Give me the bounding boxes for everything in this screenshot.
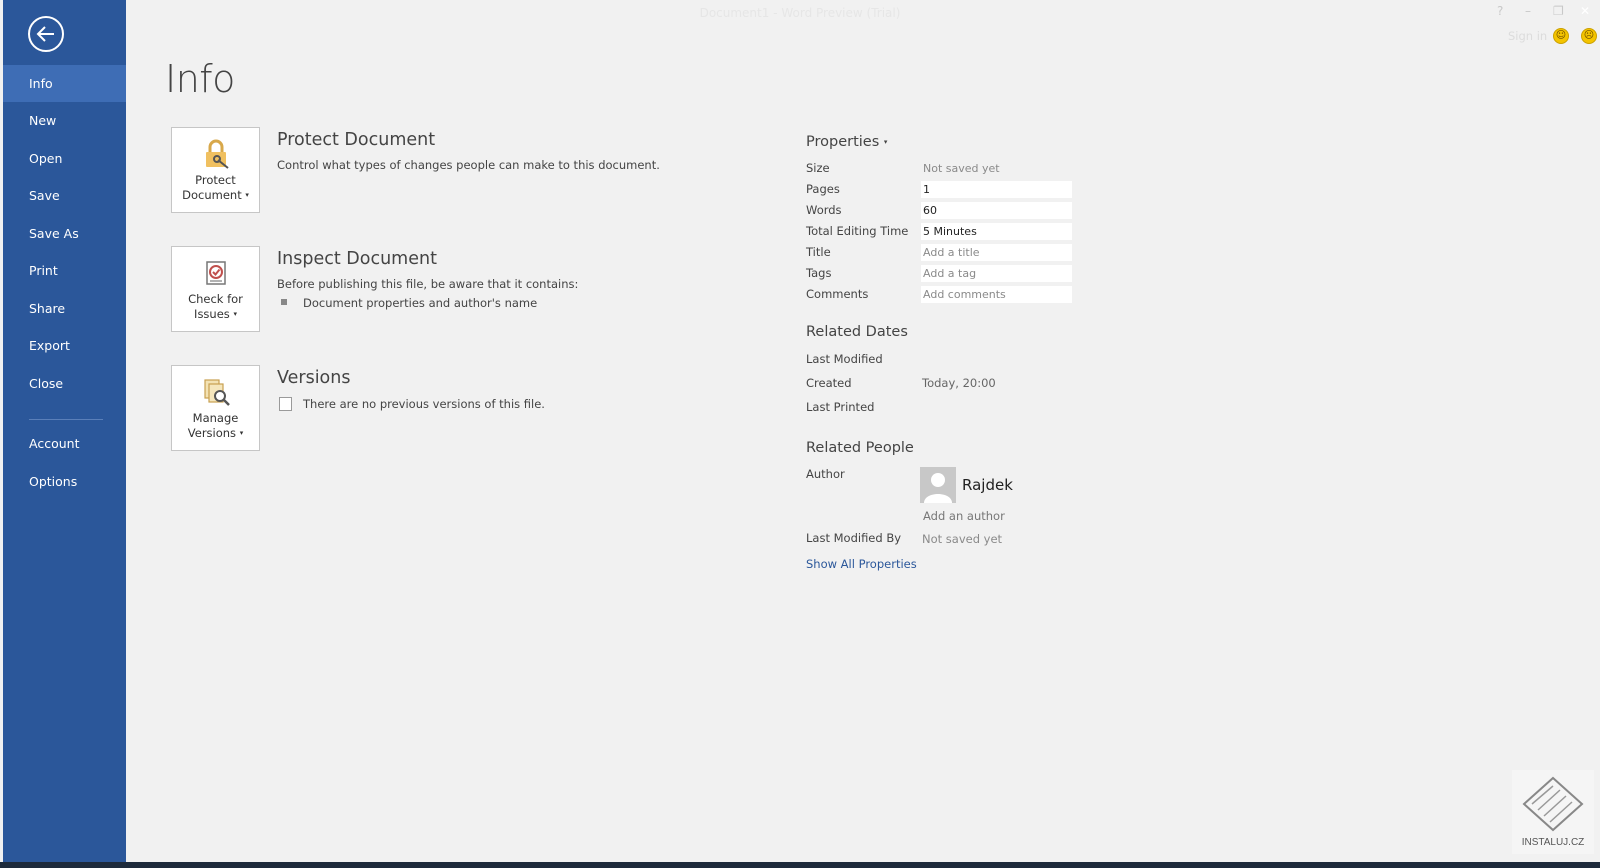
pages-value: 1 bbox=[921, 181, 1072, 198]
caret-down-icon: ▾ bbox=[883, 138, 888, 146]
back-arrow-icon[interactable] bbox=[28, 16, 64, 52]
page-title: Info bbox=[165, 57, 235, 101]
protect-heading: Protect Document bbox=[277, 130, 436, 150]
protect-document-button[interactable]: Protect Document ▾ bbox=[171, 127, 260, 213]
comments-input[interactable]: Add comments bbox=[921, 286, 1072, 303]
show-all-properties-link[interactable]: Show All Properties bbox=[806, 557, 917, 571]
watermark-text: INSTALUJ.CZ bbox=[1521, 837, 1585, 848]
related-dates-heading: Related Dates bbox=[806, 324, 908, 340]
versions-magnifier-icon bbox=[203, 379, 230, 406]
nav-account[interactable]: Account bbox=[3, 425, 126, 462]
words-value: 60 bbox=[921, 202, 1072, 219]
caret-down-icon: ▾ bbox=[233, 310, 237, 318]
last-printed-label: Last Printed bbox=[806, 400, 875, 414]
document-icon bbox=[279, 397, 292, 411]
versions-label-line1: Manage bbox=[192, 411, 239, 425]
last-modified-label: Last Modified bbox=[806, 352, 883, 366]
inspect-checklist-icon bbox=[205, 261, 226, 285]
lock-key-icon bbox=[205, 139, 229, 169]
inspect-bullet-text: Document properties and author's name bbox=[303, 296, 538, 310]
check-for-issues-button[interactable]: Check for Issues ▾ bbox=[171, 246, 260, 332]
inspect-label-line2: Issues bbox=[194, 307, 230, 321]
protect-desc: Control what types of changes people can… bbox=[277, 158, 660, 172]
taskbar bbox=[0, 862, 1600, 868]
nav-options[interactable]: Options bbox=[3, 463, 126, 500]
nav-save[interactable]: Save bbox=[3, 177, 126, 214]
last-modified-by-label: Last Modified By bbox=[806, 531, 902, 545]
manage-versions-button[interactable]: Manage Versions ▾ bbox=[171, 365, 260, 451]
comments-label: Comments bbox=[806, 287, 869, 301]
author-label: Author bbox=[806, 467, 845, 481]
versions-label-line2: Versions bbox=[187, 426, 237, 440]
pages-label: Pages bbox=[806, 182, 840, 196]
last-modified-by-value: Not saved yet bbox=[922, 532, 1003, 546]
tags-input[interactable]: Add a tag bbox=[921, 265, 1072, 282]
nav-share[interactable]: Share bbox=[3, 290, 126, 327]
editing-time-value: 5 Minutes bbox=[921, 223, 1072, 240]
nav-export[interactable]: Export bbox=[3, 327, 126, 364]
author-avatar-icon[interactable] bbox=[920, 467, 956, 503]
nav-open[interactable]: Open bbox=[3, 140, 126, 177]
inspect-desc: Before publishing this file, be aware th… bbox=[277, 277, 579, 291]
properties-heading: Properties bbox=[806, 134, 880, 150]
protect-label-line1: Protect bbox=[195, 173, 236, 187]
backstage-sidebar: Info New Open Save Save As Print Share E… bbox=[3, 0, 126, 862]
related-people-heading: Related People bbox=[806, 440, 914, 456]
author-name[interactable]: Rajdek bbox=[962, 476, 1013, 494]
protect-label-line2: Document bbox=[182, 188, 242, 202]
properties-dropdown[interactable]: Properties ▾ bbox=[806, 134, 887, 150]
created-label: Created bbox=[806, 376, 852, 390]
nav-new[interactable]: New bbox=[3, 102, 126, 139]
nav-close[interactable]: Close bbox=[3, 365, 126, 402]
title-label: Title bbox=[806, 245, 831, 259]
inspect-label-line1: Check for bbox=[188, 292, 243, 306]
caret-down-icon: ▾ bbox=[239, 429, 244, 437]
editing-time-label: Total Editing Time bbox=[806, 224, 909, 238]
watermark-logo-icon bbox=[1522, 776, 1584, 832]
size-label: Size bbox=[806, 161, 830, 175]
created-value: Today, 20:00 bbox=[922, 376, 996, 390]
add-author-input[interactable]: Add an author bbox=[923, 509, 1005, 523]
size-value: Not saved yet bbox=[923, 162, 1000, 175]
words-label: Words bbox=[806, 203, 842, 217]
instaluj-watermark: INSTALUJ.CZ bbox=[1512, 770, 1594, 854]
nav-print[interactable]: Print bbox=[3, 252, 126, 289]
sign-in-link[interactable]: Sign in bbox=[1508, 29, 1547, 43]
minimize-button[interactable]: – bbox=[1525, 4, 1531, 18]
close-window-button[interactable]: ✕ bbox=[1580, 4, 1590, 18]
frown-feedback-icon[interactable]: ☹ bbox=[1581, 28, 1597, 44]
versions-desc: There are no previous versions of this f… bbox=[303, 397, 545, 411]
inspect-heading: Inspect Document bbox=[277, 249, 437, 269]
help-button[interactable]: ? bbox=[1497, 4, 1503, 18]
nav-divider bbox=[29, 419, 103, 420]
title-input[interactable]: Add a title bbox=[921, 244, 1072, 261]
tags-label: Tags bbox=[806, 266, 832, 280]
caret-down-icon: ▾ bbox=[245, 191, 249, 199]
versions-heading: Versions bbox=[277, 368, 351, 388]
smile-feedback-icon[interactable]: ☺ bbox=[1553, 28, 1569, 44]
nav-info[interactable]: Info bbox=[3, 65, 126, 102]
restore-button[interactable]: ❐ bbox=[1553, 4, 1564, 18]
nav-save-as[interactable]: Save As bbox=[3, 215, 126, 252]
bullet-square-icon bbox=[281, 299, 287, 305]
window-title: Document1 - Word Preview (Trial) bbox=[699, 6, 901, 20]
